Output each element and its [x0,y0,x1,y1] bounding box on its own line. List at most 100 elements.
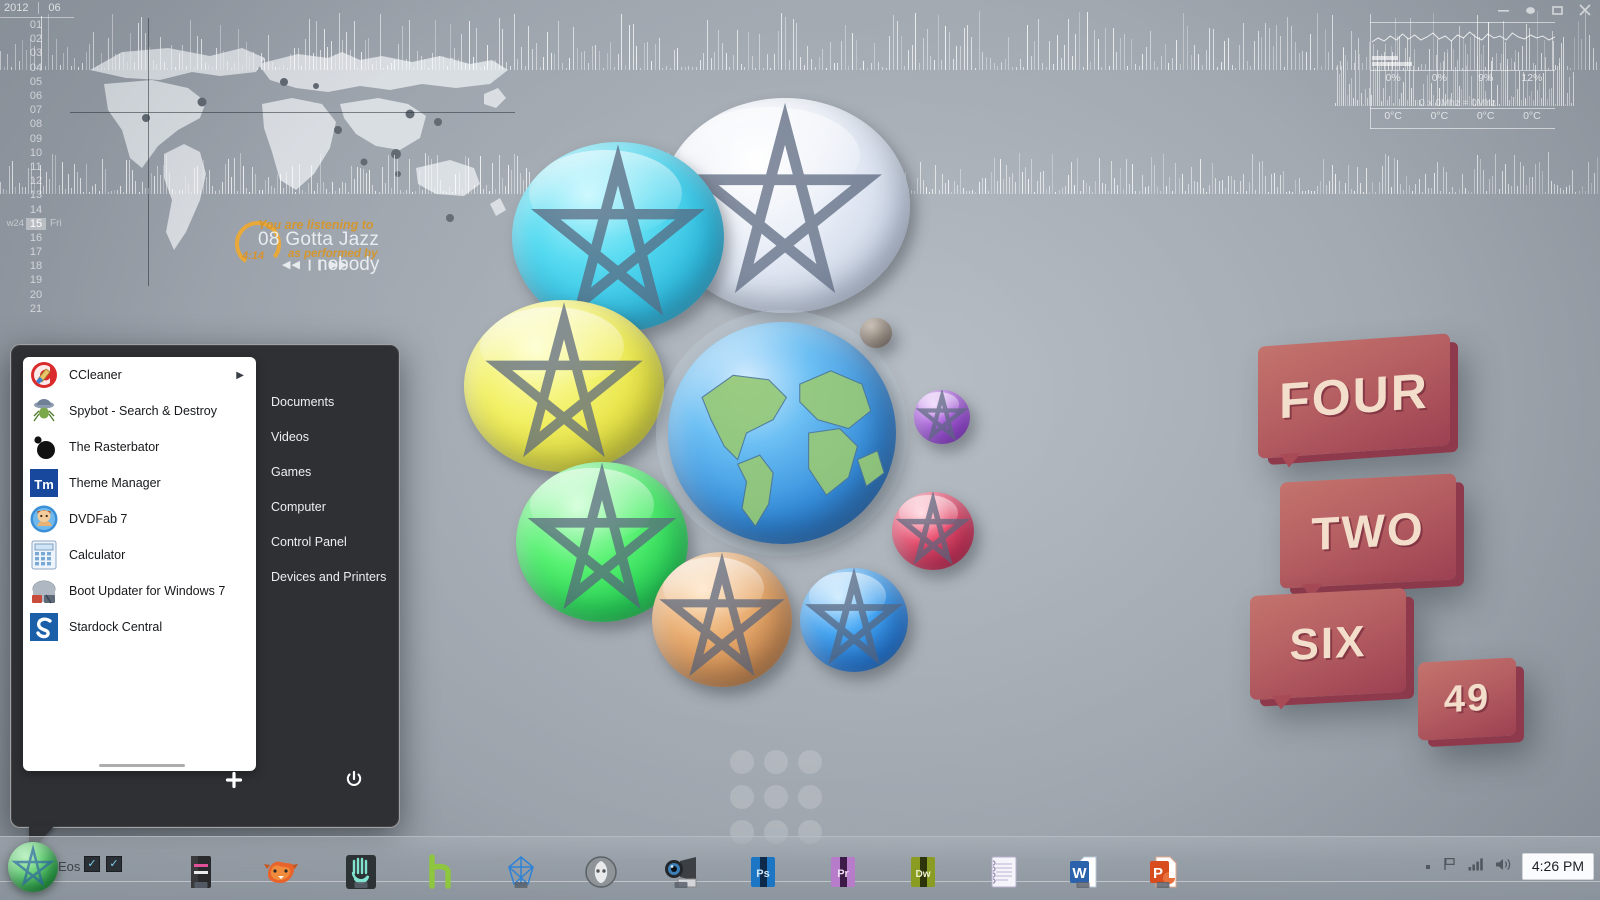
date-day-row[interactable]: 01 [0,18,74,32]
start-menu-item[interactable]: Tm Theme Manager [23,465,256,501]
taskbar-running-indicator [514,882,528,888]
taskbar-word-icon[interactable]: W [1064,853,1102,891]
date-day-row[interactable]: 19 [0,273,74,287]
taskbar-foobar2000-icon[interactable] [582,853,620,891]
start-menu-item[interactable]: CCleaner ▶ [23,357,256,393]
taskbar-photoshop-icon[interactable]: Ps [744,853,782,891]
restore-icon[interactable] [1524,4,1537,22]
cpu-temperature-value: 0°C [1430,110,1449,122]
start-menu-item[interactable]: The Rasterbator [23,429,256,465]
date-day-row[interactable]: 20 [0,288,74,302]
date-day-row[interactable]: w24 15 Fri [0,217,74,231]
start-menu[interactable]: CCleaner ▶ Spybot - Search & Destroy The Ra… [10,344,400,853]
taskbar-firefox-icon[interactable] [262,853,300,891]
cpu-percent-value: 9% [1478,72,1494,84]
start-menu-item[interactable]: Boot Updater for Windows 7 [23,573,256,609]
quick-check-icon-1[interactable]: ✓ [84,856,100,872]
date-sidebar-widget: 2012 06 01 02 03 04 05 06 07 08 09 10 11 12 13 14 w24 1… [0,0,74,350]
cpu-percent-value: 12% [1521,72,1543,84]
start-menu-link[interactable]: Control Panel [269,525,395,560]
date-day-row[interactable]: 04 [0,61,74,75]
start-menu-item[interactable]: DVDFab 7 [23,501,256,537]
taskbar-pc-tower-icon[interactable] [182,853,220,891]
start-menu-item[interactable]: Stardock Central [23,609,256,645]
start-menu-link[interactable]: Documents [269,385,395,420]
maximize-icon[interactable] [1551,4,1564,22]
now-playing-widget[interactable]: 4:14 You are listening to 08 Gotta Jazz … [232,204,432,286]
date-day-row[interactable]: 10 [0,146,74,160]
orb-moon [860,318,892,348]
date-day-row[interactable]: 06 [0,89,74,103]
svg-text:Pr: Pr [837,868,849,880]
taskbar-clock[interactable]: 4:26 PM [1521,853,1594,880]
date-year: 2012 [4,2,29,14]
taskbar-notepad-icon[interactable] [984,853,1022,891]
start-button[interactable] [8,842,58,892]
date-day-row[interactable]: 07 [0,103,74,117]
date-day-row[interactable]: 14 [0,202,74,216]
date-day-number: 18 [29,260,43,273]
date-day-list[interactable]: 01 02 03 04 05 06 07 08 09 10 11 12 13 14 w24 15 Fri 16 17… [0,18,74,316]
date-day-row[interactable]: 09 [0,132,74,146]
start-label: Eos [58,859,81,874]
date-day-row[interactable]: 08 [0,117,74,131]
hidden-icon[interactable] [1424,858,1432,876]
start-menu-link[interactable]: Computer [269,490,395,525]
taskbar-dreamweaver-icon[interactable]: Dw [904,853,942,891]
taskbar[interactable]: Eos ✓ ✓ Ps Pr Dw W P 4:26 PM [0,836,1600,900]
start-menu-program-list[interactable]: CCleaner ▶ Spybot - Search & Destroy The Ra… [23,357,256,771]
date-day-row[interactable]: 11 [0,160,74,174]
plus-icon[interactable] [225,771,243,789]
taskbar-wireframe-icon[interactable] [502,853,540,891]
date-day-row[interactable]: 21 [0,302,74,316]
start-menu-item[interactable]: Spybot - Search & Destroy [23,393,256,429]
date-day-row[interactable]: 13 [0,188,74,202]
taskbar-hand-app-icon[interactable] [342,853,380,891]
svg-text:P: P [1153,865,1163,882]
quick-check-icon-2[interactable]: ✓ [106,856,122,872]
action-flag-icon[interactable] [1442,856,1458,877]
date-day-row[interactable]: 03 [0,46,74,60]
taskbar-powerpoint-icon[interactable]: P [1144,853,1182,891]
clock-bubble-minute-tens-text: TWO [1311,502,1425,560]
start-menu-item[interactable]: Calculator [23,537,256,573]
close-icon[interactable] [1578,3,1592,22]
date-day-number: 02 [29,33,43,46]
date-day-row[interactable]: 18 [0,259,74,273]
date-day-row[interactable]: 12 [0,174,74,188]
taskbar-running-indicator [354,882,368,888]
date-weekday: Fri [50,218,62,230]
start-menu-footer[interactable] [11,767,399,801]
start-menu-link[interactable]: Games [269,455,395,490]
date-day-row[interactable]: 05 [0,75,74,89]
date-day-number: 11 [30,160,42,173]
taskbar-h-app-icon[interactable] [422,853,460,891]
window-controls[interactable] [1497,3,1592,22]
date-day-number: 19 [29,274,43,287]
spybot-icon [29,396,59,426]
system-tray[interactable]: 4:26 PM [1424,853,1594,880]
system-monitor-widget: 0% 0% 9% 12% 0 x 0Mhz = 0Mhz 0°C 0°C 0°C 0°C [1360,14,1556,129]
submenu-arrow-icon: ▶ [236,369,244,381]
taskbar-divider [0,881,1600,882]
desktop[interactable]: 2012 06 01 02 03 04 05 06 07 08 09 10 11 12 13 14 w24 1… [0,0,1600,900]
date-day-row[interactable]: 02 [0,32,74,46]
power-icon[interactable] [344,769,364,789]
clock-bubble-seconds: 49 [1418,657,1516,741]
date-day-row[interactable]: 16 [0,231,74,245]
date-day-row[interactable]: 17 [0,245,74,259]
calculator-icon [29,540,59,570]
taskbar-webcam-icon[interactable] [662,853,700,891]
now-playing-elapsed: 4:14 [242,250,265,262]
minimize-icon[interactable] [1497,4,1510,22]
orb-earth [668,322,896,544]
start-menu-links[interactable]: Documents Videos Games Computer Control Pane… [269,385,395,595]
date-day-number: 07 [29,104,43,117]
start-menu-link[interactable]: Devices and Printers [269,560,395,595]
volume-icon[interactable] [1495,857,1512,877]
start-menu-link[interactable]: Videos [269,420,395,455]
date-day-number: 05 [29,75,43,88]
taskbar-premiere-icon[interactable]: Pr [824,853,862,891]
start-menu-item-label: CCleaner [69,367,122,382]
network-icon[interactable] [1468,857,1485,876]
